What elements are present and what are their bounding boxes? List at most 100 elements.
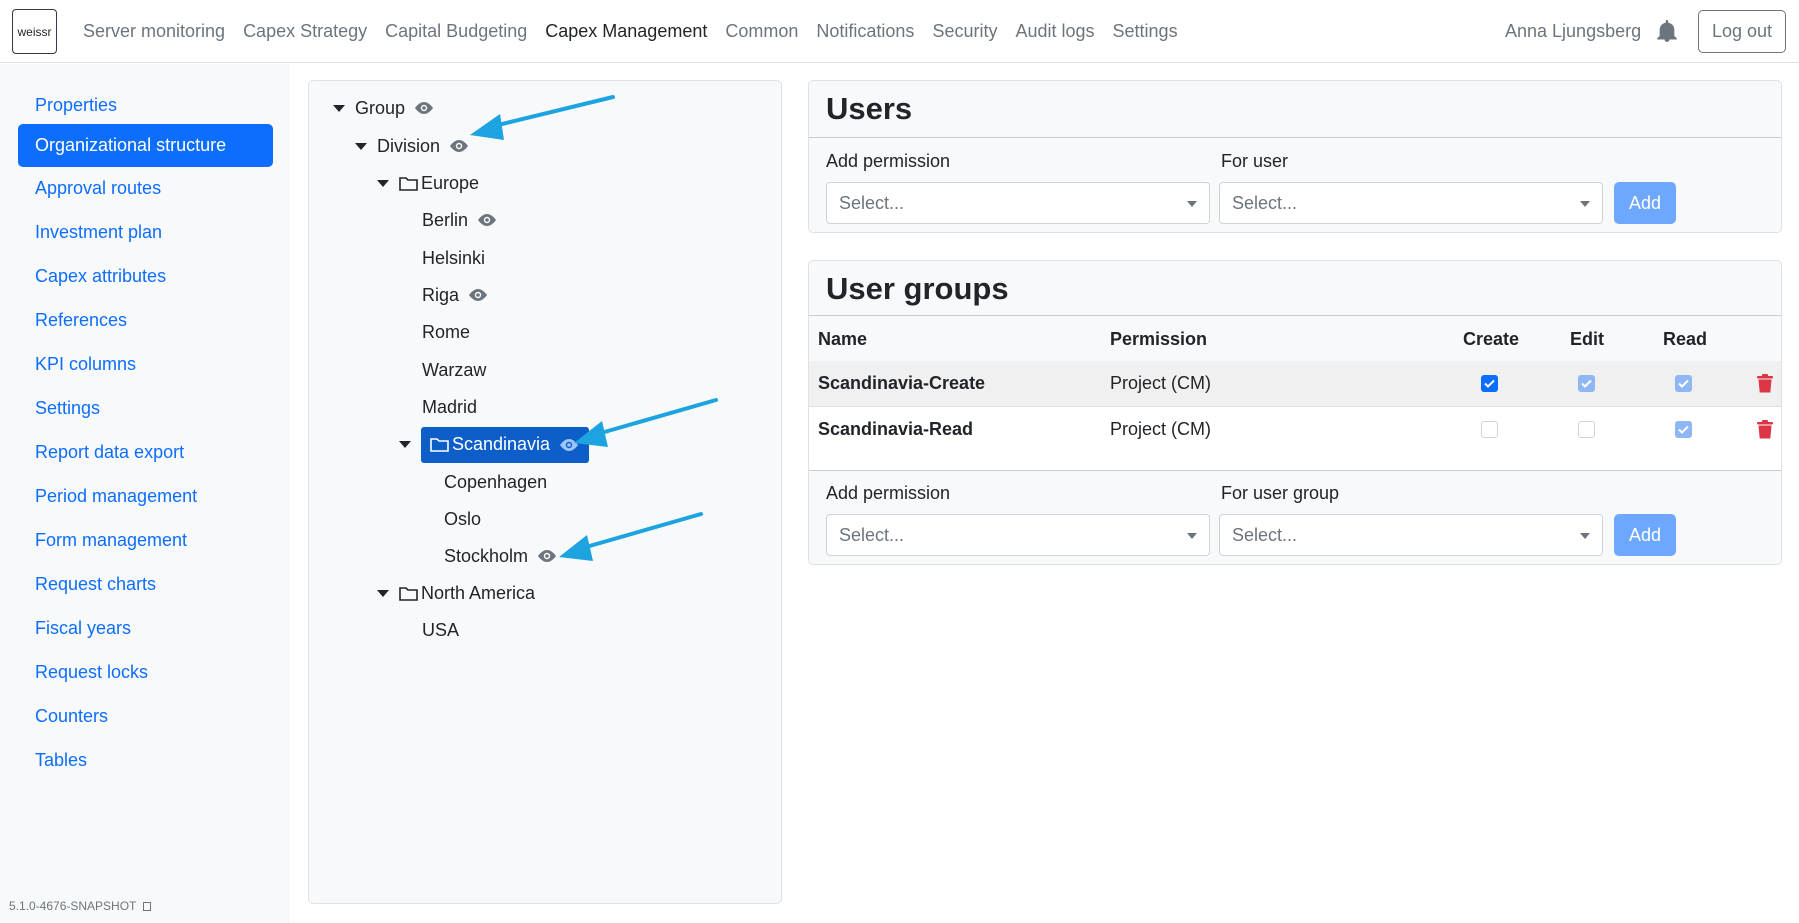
edit-checkbox[interactable] bbox=[1578, 375, 1595, 392]
add-group-permission-button[interactable]: Add bbox=[1614, 514, 1676, 556]
tree-node-division[interactable]: Division bbox=[355, 131, 470, 161]
org-tree-panel: Group Division Europe Berlin Helsinki Ri… bbox=[308, 80, 782, 904]
nav-audit-logs[interactable]: Audit logs bbox=[1006, 21, 1103, 42]
eye-icon[interactable] bbox=[536, 549, 558, 563]
group-permission-cell: Project (CM) bbox=[1110, 419, 1212, 439]
add-permission-label: Add permission bbox=[826, 151, 951, 171]
check-icon bbox=[1484, 379, 1495, 388]
create-checkbox[interactable] bbox=[1481, 421, 1498, 438]
tree-node-warzaw[interactable]: Warzaw bbox=[422, 355, 486, 385]
tree-node-oslo[interactable]: Oslo bbox=[444, 504, 481, 534]
nav-capex-strategy[interactable]: Capex Strategy bbox=[234, 21, 376, 42]
create-checkbox[interactable] bbox=[1481, 375, 1498, 392]
tree-node-label: Berlin bbox=[422, 209, 469, 230]
sidebar-item-kpi-columns[interactable]: KPI columns bbox=[18, 343, 273, 386]
copy-icon[interactable] bbox=[142, 902, 151, 912]
tree-node-label: Warzaw bbox=[422, 359, 487, 380]
check-icon bbox=[1678, 425, 1689, 434]
tree-node-label: Helsinki bbox=[422, 247, 486, 268]
add-user-permission-button[interactable]: Add bbox=[1614, 182, 1676, 224]
tree-node-rome[interactable]: Rome bbox=[422, 317, 470, 347]
table-spacer bbox=[809, 452, 1781, 470]
eye-icon[interactable] bbox=[558, 438, 580, 452]
card-divider bbox=[809, 470, 1781, 471]
table-row: Scandinavia-Read Project (CM) bbox=[809, 407, 1781, 452]
sidebar-item-request-locks[interactable]: Request locks bbox=[18, 651, 273, 694]
sidebar-item-references[interactable]: References bbox=[18, 299, 273, 342]
eye-icon[interactable] bbox=[448, 139, 470, 153]
card-divider bbox=[809, 315, 1781, 316]
selected-node-highlight[interactable]: Scandinavia bbox=[421, 426, 590, 463]
sidebar-item-tables[interactable]: Tables bbox=[18, 739, 273, 782]
tree-node-scandinavia[interactable]: Scandinavia bbox=[399, 426, 590, 463]
tree-node-berlin[interactable]: Berlin bbox=[422, 205, 498, 235]
nav-security[interactable]: Security bbox=[923, 21, 1006, 42]
app-logo[interactable]: weissr bbox=[12, 9, 57, 54]
eye-icon[interactable] bbox=[476, 213, 498, 227]
bell-icon[interactable] bbox=[1657, 20, 1677, 42]
sidebar-item-fiscal-years[interactable]: Fiscal years bbox=[18, 607, 273, 650]
read-checkbox[interactable] bbox=[1675, 375, 1692, 392]
select-placeholder: Select... bbox=[1232, 525, 1298, 545]
eye-icon[interactable] bbox=[467, 288, 489, 302]
sidebar-item-settings[interactable]: Settings bbox=[18, 387, 273, 430]
eye-icon[interactable] bbox=[413, 101, 435, 115]
for-user-label: For user bbox=[1221, 151, 1289, 171]
version-label: 5.1.0-4676-SNAPSHOT bbox=[9, 899, 151, 913]
tree-node-north-america[interactable]: North America bbox=[377, 578, 535, 608]
user-groups-card-title: User groups bbox=[826, 271, 1009, 306]
trash-icon[interactable] bbox=[1757, 420, 1773, 439]
tree-node-label: Oslo bbox=[444, 508, 482, 529]
select-placeholder: Select... bbox=[839, 193, 905, 213]
nav-capital-budgeting[interactable]: Capital Budgeting bbox=[376, 21, 536, 42]
nav-server-monitoring[interactable]: Server monitoring bbox=[74, 21, 234, 42]
read-checkbox[interactable] bbox=[1675, 421, 1692, 438]
caret-down-icon[interactable] bbox=[399, 441, 411, 448]
column-header-create: Create bbox=[1463, 329, 1520, 349]
nav-settings[interactable]: Settings bbox=[1104, 21, 1187, 42]
tree-node-madrid[interactable]: Madrid bbox=[422, 392, 477, 422]
select-placeholder: Select... bbox=[1232, 193, 1298, 213]
user-select[interactable]: Select... bbox=[1219, 182, 1603, 224]
sidebar-item-organizational-structure[interactable]: Organizational structure bbox=[18, 124, 273, 167]
tree-node-usa[interactable]: USA bbox=[422, 615, 459, 645]
nav-common[interactable]: Common bbox=[716, 21, 807, 42]
nav-notifications[interactable]: Notifications bbox=[807, 21, 923, 42]
sidebar-item-investment-plan[interactable]: Investment plan bbox=[18, 211, 273, 254]
caret-down-icon[interactable] bbox=[333, 104, 345, 112]
tree-node-riga[interactable]: Riga bbox=[422, 280, 489, 310]
caret-down-icon[interactable] bbox=[377, 589, 389, 597]
user-group-select[interactable]: Select... bbox=[1219, 514, 1603, 556]
edit-checkbox[interactable] bbox=[1578, 421, 1595, 438]
tree-node-group[interactable]: Group bbox=[333, 93, 435, 123]
sidebar-item-period-management[interactable]: Period management bbox=[18, 475, 273, 518]
sidebar-item-properties[interactable]: Properties bbox=[18, 84, 273, 127]
select-placeholder: Select... bbox=[839, 525, 905, 545]
tree-node-stockholm[interactable]: Stockholm bbox=[444, 541, 558, 571]
check-icon bbox=[1581, 379, 1592, 388]
check-icon bbox=[1678, 379, 1689, 388]
sidebar-item-capex-attributes[interactable]: Capex attributes bbox=[18, 255, 273, 298]
sidebar-item-request-charts[interactable]: Request charts bbox=[18, 563, 273, 606]
sidebar-item-form-management[interactable]: Form management bbox=[18, 519, 273, 562]
trash-icon[interactable] bbox=[1757, 374, 1773, 393]
user-permission-select[interactable]: Select... bbox=[826, 182, 1210, 224]
column-header-permission: Permission bbox=[1110, 329, 1208, 349]
caret-down-icon[interactable] bbox=[355, 142, 367, 150]
nav-capex-management[interactable]: Capex Management bbox=[536, 21, 716, 42]
sidebar-item-counters[interactable]: Counters bbox=[18, 695, 273, 738]
sidebar-item-approval-routes[interactable]: Approval routes bbox=[18, 167, 273, 210]
logout-button[interactable]: Log out bbox=[1698, 10, 1786, 53]
tree-node-label: Division bbox=[377, 135, 441, 156]
sidebar-item-report-data-export[interactable]: Report data export bbox=[18, 431, 273, 474]
sidebar: Properties Organizational structure Appr… bbox=[0, 64, 290, 923]
folder-icon bbox=[399, 586, 418, 601]
tree-node-label: Europe bbox=[421, 172, 480, 193]
caret-down-icon[interactable] bbox=[377, 179, 389, 187]
tree-node-europe[interactable]: Europe bbox=[377, 168, 479, 198]
tree-node-label: USA bbox=[422, 619, 460, 640]
tree-node-copenhagen[interactable]: Copenhagen bbox=[444, 467, 547, 497]
group-permission-select[interactable]: Select... bbox=[826, 514, 1210, 556]
user-name[interactable]: Anna Ljungsberg bbox=[1505, 21, 1641, 42]
tree-node-helsinki[interactable]: Helsinki bbox=[422, 243, 485, 273]
